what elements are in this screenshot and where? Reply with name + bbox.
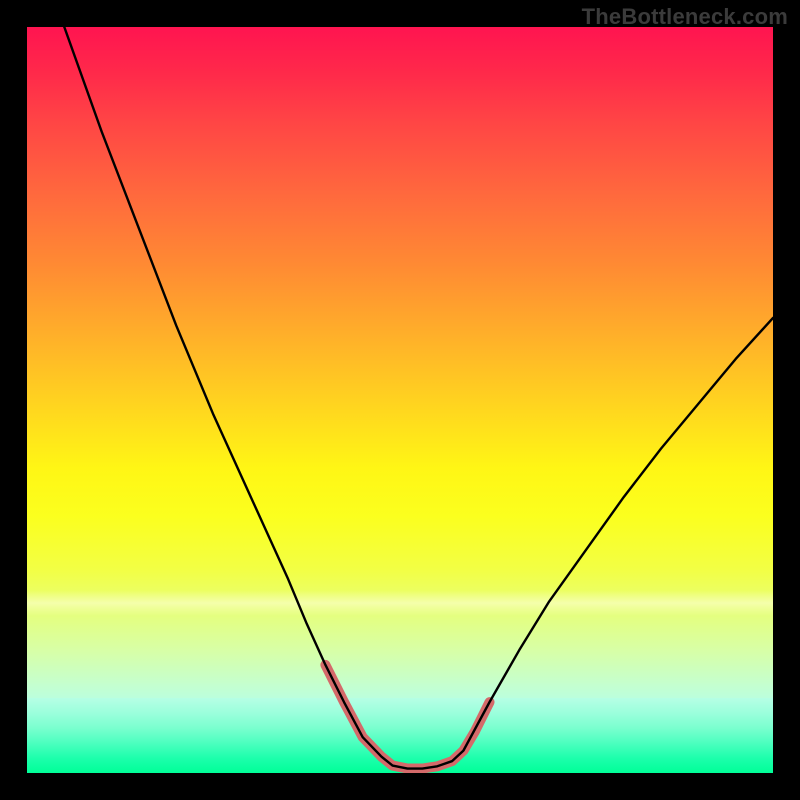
bottleneck-curve-path [64,27,773,769]
plot-area [27,27,773,773]
pink-highlight [325,665,489,769]
bottleneck-curve [64,27,773,769]
chart-container: TheBottleneck.com [0,0,800,800]
curve-layer [27,27,773,773]
pink-highlight-path [325,665,489,769]
watermark-text: TheBottleneck.com [582,4,788,30]
